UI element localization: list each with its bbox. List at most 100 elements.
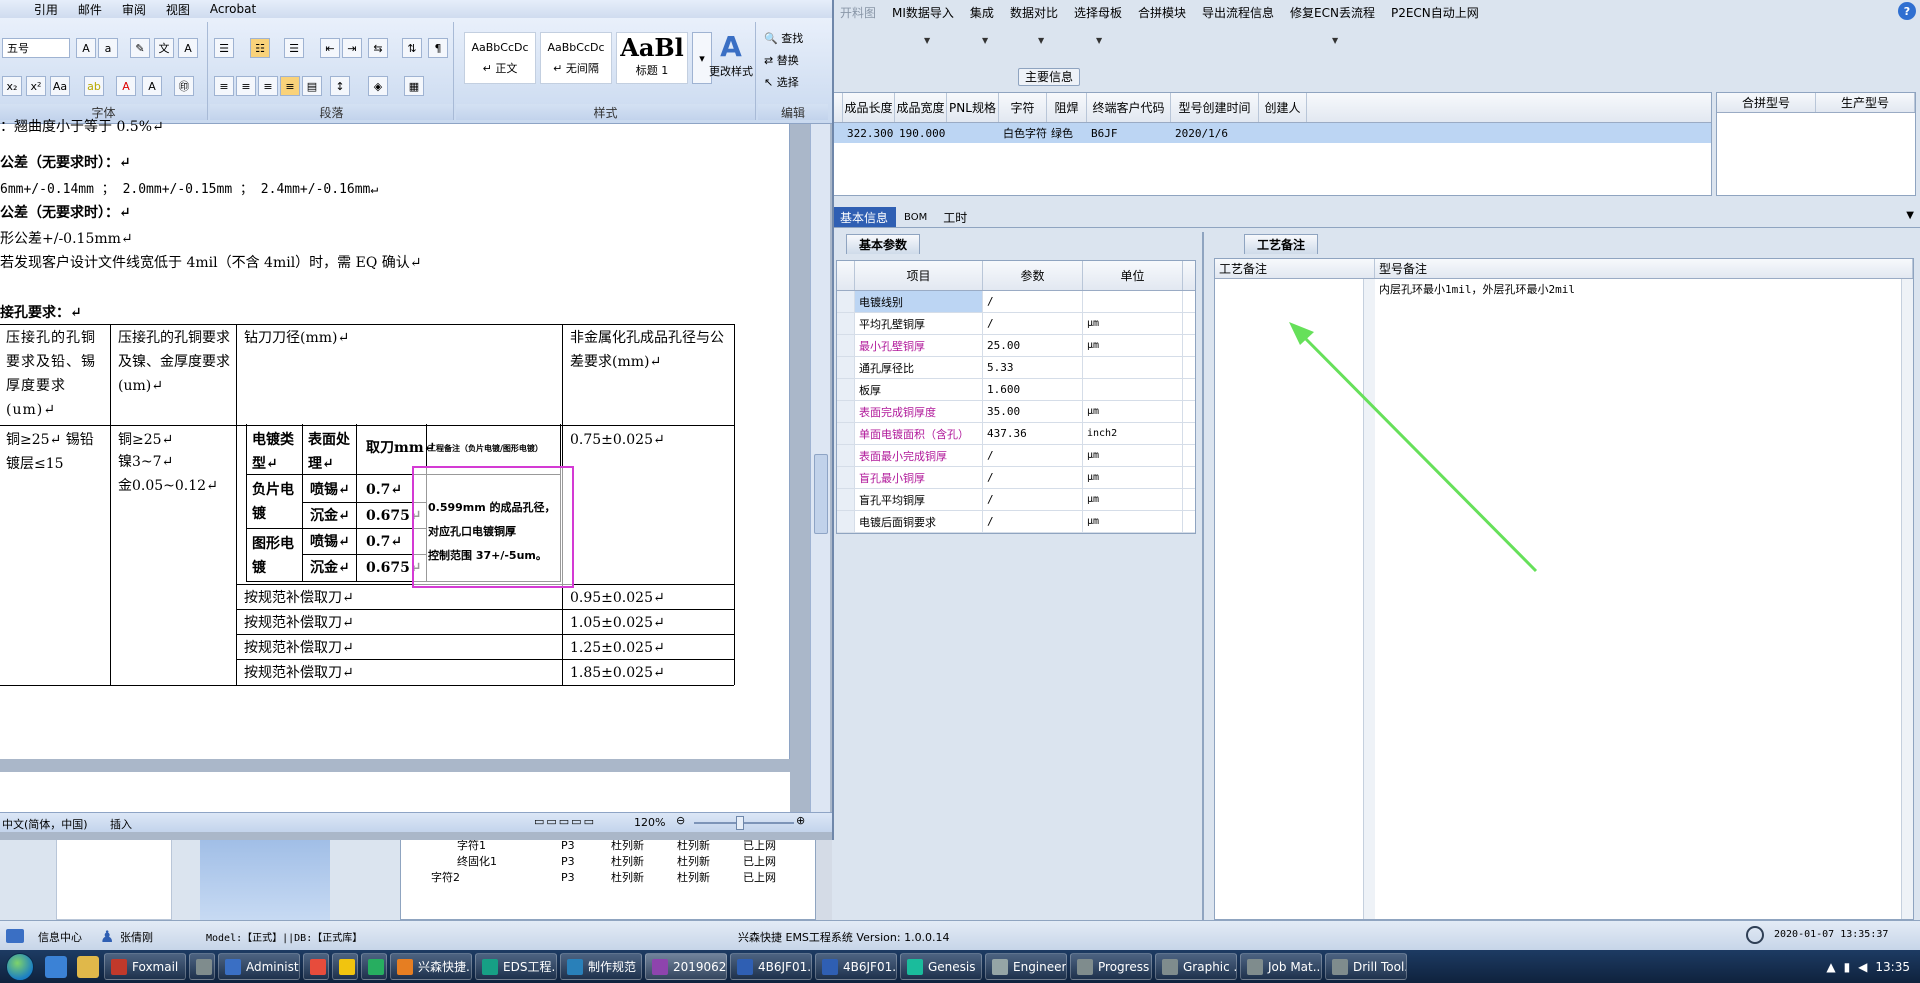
font-size-select[interactable]: 五号 <box>2 38 70 58</box>
param-unit[interactable]: μm <box>1083 401 1183 422</box>
menu-item-select-mother-board[interactable]: 选择母板 <box>1066 4 1130 21</box>
taskbar-item[interactable] <box>361 953 387 980</box>
param-item[interactable]: 平均孔壁铜厚 <box>855 313 983 334</box>
param-item[interactable]: 最小孔壁铜厚 <box>855 335 983 356</box>
chinese-layout-icon[interactable]: ⇆ <box>368 38 388 58</box>
vertical-scrollbar[interactable] <box>810 124 830 812</box>
shrink-font-icon[interactable]: a <box>98 38 118 58</box>
tree-cell[interactable]: 已上网 <box>743 853 783 869</box>
borders-icon[interactable]: ▦ <box>404 76 424 96</box>
tree-row[interactable]: 字符2 P3 杜列新 杜列新 已上网 <box>401 869 815 885</box>
help-icon[interactable]: ? <box>1898 2 1916 20</box>
info-center-icon[interactable] <box>6 929 24 943</box>
col-header[interactable]: PNL规格 <box>947 93 999 122</box>
bullets-icon[interactable]: ☰ <box>214 38 234 58</box>
tree-cell[interactable]: P3 <box>561 839 611 852</box>
param-row[interactable]: 单面电镀面积（含孔） 437.36 inch2 <box>837 423 1195 445</box>
sort-icon[interactable]: ⇅ <box>402 38 422 58</box>
language-status[interactable]: 中文(简体，中国) <box>2 816 88 832</box>
align-left-icon[interactable]: ≡ <box>214 76 234 96</box>
shading-icon[interactable]: ◈ <box>368 76 388 96</box>
insert-mode-status[interactable]: 插入 <box>110 816 132 832</box>
param-unit[interactable]: μm <box>1083 335 1183 356</box>
param-item[interactable]: 电镀后面铜要求 <box>855 511 983 532</box>
menu-item-p2ecn-online[interactable]: P2ECN自动上网 <box>1383 4 1487 21</box>
merge-model-grid[interactable]: 合拼型号 生产型号 <box>1716 92 1916 196</box>
param-row[interactable]: 最小孔壁铜厚 25.00 μm <box>837 335 1195 357</box>
table-cell[interactable] <box>947 123 999 143</box>
process-tree[interactable]: 字符1 P3 杜列新 杜列新 已上网 终固化1 P3 杜列新 杜列新 已上网 字符2 P3 杜列新 杜列新… <box>400 836 816 920</box>
line-spacing-icon[interactable]: ↕ <box>330 76 350 96</box>
align-right-icon[interactable]: ≡ <box>258 76 278 96</box>
font-color-icon[interactable]: A <box>116 76 136 96</box>
param-item[interactable]: 盲孔平均铜厚 <box>855 489 983 510</box>
param-unit[interactable] <box>1083 291 1183 312</box>
taskbar-item[interactable]: Drill Tool... <box>1325 953 1407 980</box>
row-indicator[interactable] <box>837 511 855 532</box>
tree-cell[interactable]: P3 <box>561 871 611 884</box>
param-unit[interactable] <box>1083 379 1183 400</box>
row-indicator[interactable] <box>837 357 855 378</box>
taskbar-item[interactable]: Engineer... <box>985 953 1067 980</box>
scrollbar[interactable] <box>1363 279 1375 919</box>
taskbar-item[interactable]: Genesis <box>900 953 982 980</box>
show-marks-icon[interactable]: ¶ <box>428 38 448 58</box>
subscript-icon[interactable]: x₂ <box>2 76 22 96</box>
row-indicator[interactable] <box>837 335 855 356</box>
row-indicator[interactable] <box>837 467 855 488</box>
params-grid[interactable]: 项目 参数 单位 电镀线别 / 平均孔壁铜厚 / μm 最小孔壁铜厚 25.00 μm 通孔厚径… <box>836 260 1196 534</box>
tab-acrobat[interactable]: Acrobat <box>210 2 276 16</box>
folder-icon[interactable] <box>77 955 99 978</box>
char-shading-icon[interactable]: A <box>142 76 162 96</box>
tree-cell[interactable]: 杜列新 <box>611 869 677 885</box>
taskbar-item[interactable]: Progress <box>1070 953 1152 980</box>
taskbar-item[interactable]: 兴森快捷... <box>390 953 472 980</box>
document-page[interactable]: ：翘曲度小于等于 0.5%↵ 公差（无要求时）：↵ 6mm+/-0.14mm ；… <box>0 119 790 759</box>
tree-cell[interactable]: P3 <box>561 855 611 868</box>
char-border-icon[interactable]: A <box>178 38 198 58</box>
taskbar-item[interactable] <box>332 953 358 980</box>
menu-item-merge-module[interactable]: 合拼模块 <box>1130 4 1194 21</box>
decrease-indent-icon[interactable]: ⇤ <box>320 38 340 58</box>
tab-process-notes[interactable]: 工艺备注 <box>1244 234 1319 254</box>
zoom-slider-thumb[interactable] <box>736 816 744 830</box>
tab-mailings[interactable]: 邮件 <box>78 1 122 18</box>
taskbar-item[interactable]: Graphic ... <box>1155 953 1237 980</box>
taskbar-item[interactable]: 4B6JF01... <box>815 953 897 980</box>
volume-icon[interactable]: ◀ <box>1858 960 1867 974</box>
param-item[interactable]: 表面完成铜厚度 <box>855 401 983 422</box>
table-cell[interactable] <box>1259 123 1307 143</box>
param-value[interactable]: / <box>983 467 1083 488</box>
select-button[interactable]: ↖ 选择 <box>764 74 799 90</box>
param-unit[interactable] <box>1083 357 1183 378</box>
chevron-down-icon[interactable]: ▼ <box>1906 210 1914 221</box>
start-button[interactable] <box>0 950 40 983</box>
numbering-icon[interactable]: ☷ <box>250 38 270 58</box>
param-unit[interactable]: μm <box>1083 313 1183 334</box>
row-indicator[interactable] <box>837 401 855 422</box>
tab-review[interactable]: 审阅 <box>122 1 166 18</box>
chevron-down-icon[interactable]: ▼ <box>924 36 930 45</box>
param-value[interactable]: 437.36 <box>983 423 1083 444</box>
row-indicator[interactable] <box>837 445 855 466</box>
table-cell[interactable]: 白色字符 <box>999 123 1047 143</box>
col-header[interactable]: 项目 <box>855 261 983 290</box>
taskbar-item[interactable]: 2019062... <box>645 953 727 980</box>
param-value[interactable]: / <box>983 489 1083 510</box>
taskbar-item[interactable]: Foxmail <box>104 953 186 980</box>
tree-row[interactable]: 终固化1 P3 杜列新 杜列新 已上网 <box>401 853 815 869</box>
clear-format-icon[interactable]: ✎ <box>130 38 150 58</box>
param-item[interactable]: 单面电镀面积（含孔） <box>855 423 983 444</box>
taskbar-item[interactable] <box>303 953 329 980</box>
col-header[interactable]: 创建人 <box>1259 93 1307 122</box>
taskbar-item[interactable]: 制作规范 ... <box>560 953 642 980</box>
tree-cell[interactable]: 杜列新 <box>611 853 677 869</box>
taskbar-item[interactable] <box>189 953 215 980</box>
tab-bom[interactable]: BOM <box>896 207 935 227</box>
grow-font-icon[interactable]: A <box>76 38 96 58</box>
table-cell[interactable]: 2020/1/6 <box>1171 123 1259 143</box>
style-heading-1[interactable]: AaBl 标题 1 <box>616 32 688 84</box>
param-item[interactable]: 电镀线别 <box>855 291 983 312</box>
zoom-out-icon[interactable]: ⊖ <box>676 814 685 827</box>
col-header[interactable]: 型号创建时间 <box>1171 93 1259 122</box>
